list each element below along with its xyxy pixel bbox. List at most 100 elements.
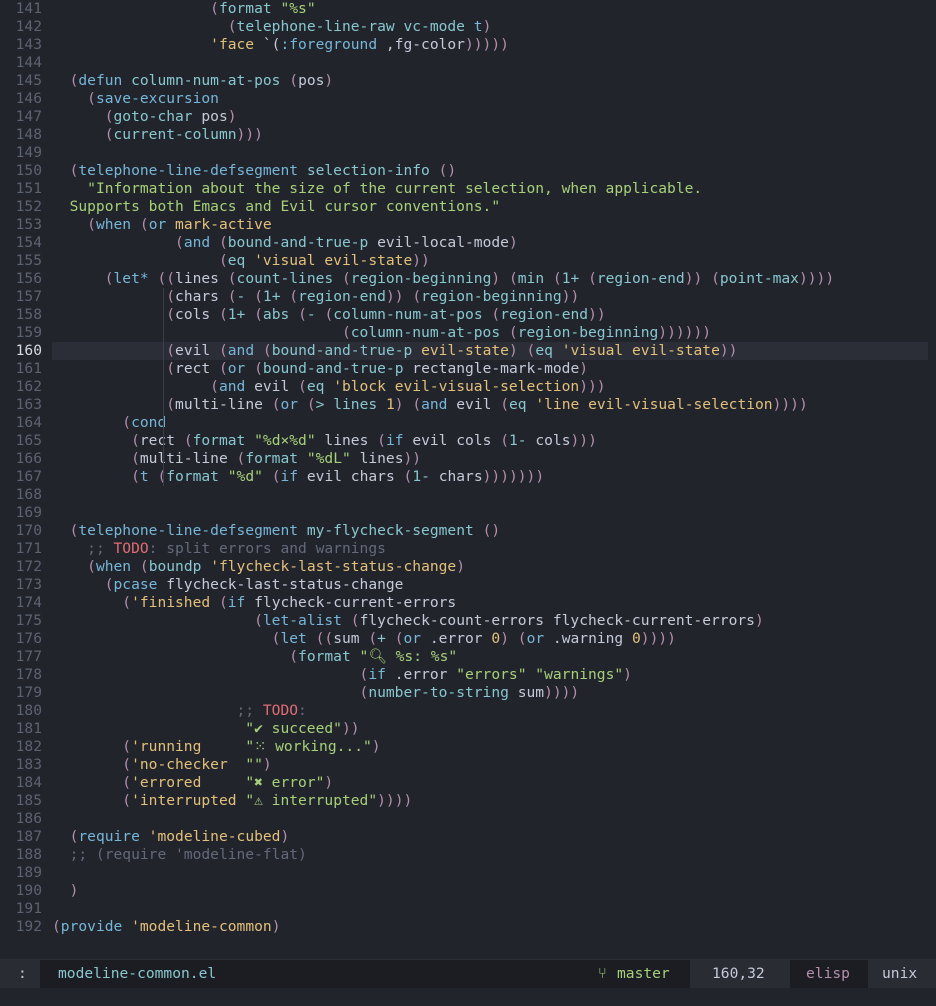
code-line[interactable]: 189	[0, 864, 936, 882]
code-token: "🔍︎ %s: %s"	[359, 648, 458, 665]
code-line[interactable]: 153 (when (or mark-active	[0, 216, 936, 234]
code-token: "warnings"	[535, 666, 624, 683]
code-token: 'visual evil-state	[561, 342, 720, 359]
code-line[interactable]: 151 "Information about the size of the c…	[0, 180, 936, 198]
code-line[interactable]: 175 (let-alist (flycheck-count-errors fl…	[0, 612, 936, 630]
code-line[interactable]: 160 (evil (and (bound-and-true-p evil-st…	[0, 342, 936, 360]
code-line[interactable]: 167 (t (format "%d" (if evil chars (1- c…	[0, 468, 936, 486]
code-line[interactable]: 161 (rect (or (bound-and-true-p rectangl…	[0, 360, 936, 378]
code-line[interactable]: 183 ('no-checker "")	[0, 756, 936, 774]
buffer-filename[interactable]: modeline-common.el	[58, 960, 216, 988]
code-line[interactable]: 169	[0, 504, 936, 522]
code-line[interactable]: 149	[0, 144, 936, 162]
code-line[interactable]: 174 ('finished (if flycheck-current-erro…	[0, 594, 936, 612]
code-line[interactable]: 154 (and (bound-and-true-p evil-local-mo…	[0, 234, 936, 252]
code-line[interactable]: 141 (format "%s"	[0, 0, 936, 18]
code-line[interactable]: 176 (let ((sum (+ (or .error 0) (or .war…	[0, 630, 936, 648]
code-line[interactable]: 180 ;; TODO:	[0, 702, 936, 720]
code-line[interactable]: 146 (save-excursion	[0, 90, 936, 108]
code-line[interactable]: 166 (multi-line (format "%dL" lines))	[0, 450, 936, 468]
code-token: (	[289, 288, 299, 305]
code-token: (	[262, 342, 272, 359]
code-token: (	[394, 630, 404, 647]
code-token: ))	[385, 288, 413, 305]
code-line[interactable]: 192 (provide 'modeline-common)	[0, 918, 936, 936]
code-token: (	[500, 396, 509, 413]
code-token: ))))	[798, 270, 835, 287]
code-line[interactable]: 172 (when (boundp 'flycheck-last-status-…	[0, 558, 936, 576]
code-token: 'face	[210, 36, 255, 53]
code-line[interactable]: 177 (format "🔍︎ %s: %s"	[0, 648, 936, 666]
indent-guide	[163, 342, 164, 360]
file-encoding[interactable]: unix	[882, 960, 917, 988]
line-number: 160	[15, 342, 42, 359]
code-line[interactable]: 190 )	[0, 882, 936, 900]
code-line[interactable]: 178 (if .error "errors" "warnings")	[0, 666, 936, 684]
code-text: (rect (or (bound-and-true-p rectangle-ma…	[52, 360, 588, 378]
minibuffer[interactable]	[0, 988, 936, 1006]
code-line[interactable]: 186	[0, 810, 936, 828]
code-line[interactable]: 188 ;; (require 'modeline-flat)	[0, 846, 936, 864]
code-line[interactable]: 191	[0, 900, 936, 918]
code-line[interactable]: 187 (require 'modeline-cubed)	[0, 828, 936, 846]
code-line[interactable]: 150 (telephone-line-defsegment selection…	[0, 162, 936, 180]
code-line[interactable]: 184 ('errored "✖ error")	[0, 774, 936, 792]
code-token: (	[341, 324, 351, 341]
code-text: ('no-checker "")	[52, 756, 271, 774]
line-number: 172	[15, 558, 42, 575]
code-token: when	[95, 558, 140, 575]
line-number: 157	[15, 288, 42, 305]
line-number: 155	[15, 252, 42, 269]
code-line[interactable]: 170 (telephone-line-defsegment my-flyche…	[0, 522, 936, 540]
code-line[interactable]: 181 "✔ succeed"))	[0, 720, 936, 738]
code-token: "✖ error"	[245, 774, 325, 791]
code-line[interactable]: 171 ;; TODO: split errors and warnings	[0, 540, 936, 558]
code-token: (	[139, 558, 149, 575]
code-line[interactable]: 163 (multi-line (or (> lines 1) (and evi…	[0, 396, 936, 414]
code-line[interactable]: 158 (cols (1+ (abs (- (column-num-at-pos…	[0, 306, 936, 324]
code-line[interactable]: 152 Supports both Emacs and Evil cursor …	[0, 198, 936, 216]
code-token: (	[298, 306, 307, 323]
code-line[interactable]: 155 (eq 'visual evil-state))	[0, 252, 936, 270]
code-line[interactable]: 179 (number-to-string sum))))	[0, 684, 936, 702]
code-token: evil	[456, 396, 501, 413]
code-line[interactable]: 142 (telephone-line-raw vc-mode t)	[0, 18, 936, 36]
line-number: 168	[15, 486, 42, 503]
vc-branch[interactable]: master	[617, 960, 670, 988]
code-line[interactable]: 162 (and evil (eq 'block evil-visual-sel…	[0, 378, 936, 396]
code-token: ""	[245, 756, 263, 773]
code-token: cols	[175, 306, 219, 323]
code-line[interactable]: 157 (chars (- (1+ (region-end)) (region-…	[0, 288, 936, 306]
code-line[interactable]: 159 (column-num-at-pos (region-beginning…	[0, 324, 936, 342]
code-token: format	[192, 432, 255, 449]
code-line[interactable]: 173 (pcase flycheck-last-status-change	[0, 576, 936, 594]
code-line[interactable]: 144	[0, 54, 936, 72]
line-number: 183	[15, 756, 42, 773]
code-line[interactable]: 168	[0, 486, 936, 504]
code-line[interactable]: 182 ('running "⁙ working...")	[0, 738, 936, 756]
code-line[interactable]: 165 (rect (format "%d×%d" lines (if evil…	[0, 432, 936, 450]
code-token: (	[166, 288, 176, 305]
code-token: chars	[438, 468, 483, 485]
code-text: (require 'modeline-cubed)	[52, 828, 290, 846]
line-number: 171	[15, 540, 42, 557]
code-line[interactable]: 147 (goto-char pos)	[0, 108, 936, 126]
code-line[interactable]: 164 (cond	[0, 414, 936, 432]
code-editor[interactable]: 141 (format "%s" 142 (telephone-line-raw …	[0, 0, 936, 954]
line-number: 141	[15, 0, 42, 17]
code-line[interactable]: 143 'face `(:foreground ,fg-color)))))	[0, 36, 936, 54]
major-mode[interactable]: elisp	[806, 960, 850, 988]
code-line[interactable]: 185 ('interrupted "⚠ interrupted"))))	[0, 792, 936, 810]
code-line[interactable]: 145 (defun column-num-at-pos (pos)	[0, 72, 936, 90]
code-token: )	[324, 72, 334, 89]
git-branch-icon: ⑂	[598, 965, 607, 982]
code-line[interactable]: 148 (current-column)))	[0, 126, 936, 144]
code-line[interactable]: 156 (let* ((lines (count-lines (region-b…	[0, 270, 936, 288]
